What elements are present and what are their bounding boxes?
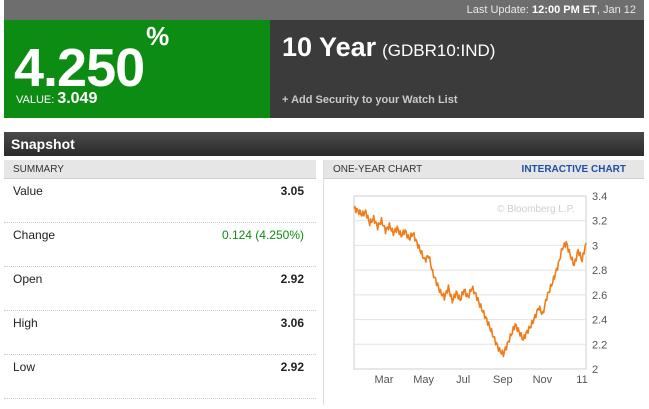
row-label: High [13,316,38,330]
interactive-chart-link[interactable]: INTERACTIVE CHART [522,164,626,175]
yield-value: 4.250% [14,21,169,98]
summary-header: SUMMARY [4,160,316,179]
security-ticker: (GDBR10:IND) [382,41,496,60]
y-tick-label: 3 [592,240,598,252]
row-label: Low [13,360,36,374]
y-tick-label: 2.2 [592,339,607,351]
price-label: VALUE: [16,94,55,106]
summary-row-value: Value 3.05 [4,179,316,223]
last-update: Last Update: 12:00 PM ET, Jan 12 [467,4,636,16]
x-tick-label: Mar [375,374,394,386]
add-to-watchlist-link[interactable]: + Add Security to your Watch List [282,94,458,106]
yield-number: 4.250 [14,38,145,98]
summary-table: SUMMARY Value 3.05 Change 0.124 (4.250%)… [4,160,316,405]
summary-row-high: High 3.06 [4,311,316,355]
price-number: 3.049 [57,90,98,107]
row-value: 3.05 [280,184,304,198]
y-tick-label: 2.8 [592,265,607,277]
chart-panel: ONE-YEAR CHART INTERACTIVE CHART 3.4 3.2 3… [323,160,644,405]
summary-row-change: Change 0.124 (4.250%) [4,223,316,267]
row-label: Change [13,228,56,242]
x-tick-label: Jul [456,374,470,386]
y-tick-label: 2.6 [592,290,607,302]
quote-panel: 4.250% VALUE: 3.049 [4,20,270,118]
y-tick-label: 2 [592,364,598,376]
row-value: 0.124 (4.250%) [221,228,304,242]
x-tick-label: 11 [576,374,587,386]
one-year-chart: 3.4 3.2 3 2.8 2.6 2.4 2.2 2 Mar May Jul Sep Nov 11 [353,191,607,386]
row-value: 2.92 [280,272,304,286]
chart-header: ONE-YEAR CHART INTERACTIVE CHART [324,160,644,179]
x-tick-label: Nov [533,374,553,386]
plot-area [353,195,587,370]
y-tick-label: 3.2 [592,216,607,228]
security-title: 10 Year (GDBR10:IND) [282,32,495,63]
row-label: Value [13,184,43,198]
row-value: 3.06 [280,316,304,330]
last-update-date: , Jan 12 [596,4,636,16]
row-label: Open [13,272,43,286]
y-tick-label: 3.4 [592,191,607,203]
summary-row-open: Open 2.92 [4,267,316,311]
percent-sign: % [146,21,169,51]
bloomberg-watermark: © Bloomberg L.P. [497,204,575,215]
chart-title: ONE-YEAR CHART [333,164,423,175]
snapshot-header: Snapshot [4,132,644,156]
last-update-label: Last Update: [466,4,529,16]
row-value: 2.92 [280,360,304,374]
summary-row-low: Low 2.92 [4,355,316,399]
x-tick-label: May [413,374,434,386]
y-tick-label: 2.4 [592,315,607,327]
security-name: 10 Year [282,32,377,62]
price-value: VALUE: 3.049 [16,90,97,108]
security-panel: 10 Year (GDBR10:IND) + Add Security to yo… [270,20,644,118]
top-bar: Last Update: 12:00 PM ET, Jan 12 [4,0,644,20]
x-tick-label: Sep [493,374,513,386]
last-update-time: 12:00 PM ET [532,4,597,16]
